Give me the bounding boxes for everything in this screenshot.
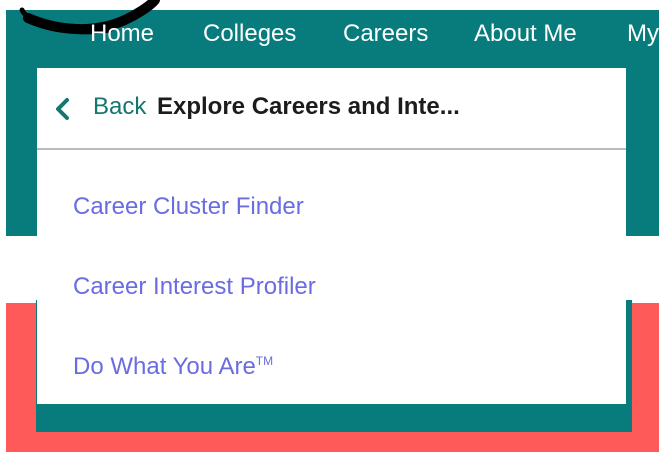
back-link[interactable]: Back	[93, 92, 146, 122]
menu-item-do-what-you-are[interactable]: Do What You AreTM	[73, 352, 273, 382]
nav-my[interactable]: My	[627, 20, 659, 48]
chevron-left-icon[interactable]	[53, 97, 73, 121]
menu-item-career-interest-profiler[interactable]: Career Interest Profiler	[73, 272, 316, 302]
nav-home[interactable]: Home	[90, 20, 154, 48]
trademark-mark: TM	[255, 354, 274, 368]
nav-about-me[interactable]: About Me	[474, 20, 577, 48]
menu-title: Explore Careers and Inte...	[157, 93, 460, 120]
menu-header: Back Explore Careers and Inte...	[37, 68, 626, 150]
menu-item-career-cluster-finder[interactable]: Career Cluster Finder	[73, 192, 304, 222]
top-navigation: Home Colleges Careers About Me My	[0, 10, 659, 60]
nav-colleges[interactable]: Colleges	[203, 20, 296, 48]
menu-item-label: Do What You Are	[73, 353, 256, 380]
nav-careers[interactable]: Careers	[343, 20, 428, 48]
dropdown-menu: Back Explore Careers and Inte... Career …	[37, 68, 626, 404]
